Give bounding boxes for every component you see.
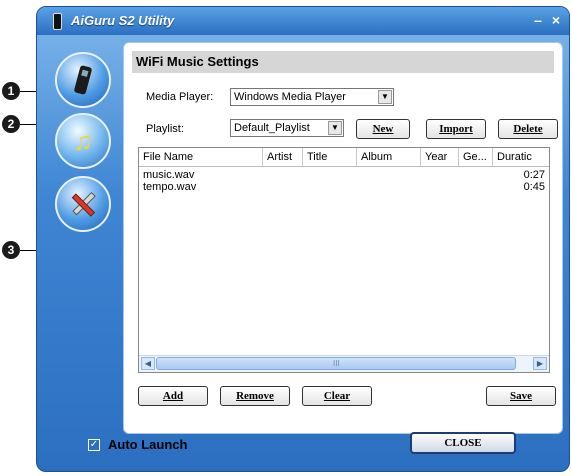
chevron-down-icon[interactable]: ▼ <box>328 121 342 135</box>
scroll-thumb[interactable]: III <box>156 357 516 370</box>
remove-button[interactable]: Remove <box>220 386 290 406</box>
duration: 0:27 <box>523 169 545 181</box>
save-button[interactable]: Save <box>486 386 556 406</box>
track-list[interactable]: File Name Artist Title Album Year Ge... … <box>138 147 550 373</box>
panel-title: WiFi Music Settings <box>132 51 554 73</box>
scroll-grip: III <box>333 359 340 368</box>
column-year[interactable]: Year <box>421 148 459 166</box>
close-button[interactable]: CLOSE <box>410 432 516 454</box>
callout-2: 2 <box>2 115 20 133</box>
window-title: AiGuru S2 Utility <box>71 13 175 28</box>
callout-3: 3 <box>2 241 20 259</box>
minimize-button[interactable]: – <box>531 12 545 28</box>
file-name: music.wav <box>143 169 195 181</box>
list-item[interactable]: music.wav 0:27 <box>143 169 545 181</box>
media-player-value: Windows Media Player <box>234 91 346 103</box>
settings-panel: WiFi Music Settings Media Player: Window… <box>123 42 563 434</box>
tools-icon <box>57 178 109 230</box>
nav-music-button[interactable]: ♫ <box>55 113 111 169</box>
auto-launch-label: Auto Launch <box>108 437 188 452</box>
playlist-value: Default_Playlist <box>234 122 310 134</box>
media-player-label: Media Player: <box>146 91 214 103</box>
music-icon: ♫ <box>73 126 93 156</box>
list-item[interactable]: tempo.wav 0:45 <box>143 181 545 193</box>
column-file-name[interactable]: File Name <box>139 148 263 166</box>
playlist-label: Playlist: <box>146 123 184 135</box>
import-button[interactable]: Import <box>426 119 486 139</box>
column-duration[interactable]: Duratic <box>493 148 549 166</box>
nav-device-button[interactable] <box>55 52 111 108</box>
scroll-right-icon[interactable]: ▶ <box>533 357 547 370</box>
column-artist[interactable]: Artist <box>263 148 303 166</box>
column-title[interactable]: Title <box>303 148 357 166</box>
duration: 0:45 <box>523 181 545 193</box>
playlist-select[interactable]: Default_Playlist ▼ <box>230 119 344 137</box>
track-list-header: File Name Artist Title Album Year Ge... … <box>139 148 549 167</box>
auto-launch-checkbox[interactable]: ✓ <box>88 439 100 451</box>
add-button[interactable]: Add <box>138 386 208 406</box>
column-album[interactable]: Album <box>357 148 421 166</box>
delete-playlist-button[interactable]: Delete <box>498 119 558 139</box>
new-playlist-button[interactable]: New <box>356 119 410 139</box>
close-window-button[interactable]: × <box>549 12 563 28</box>
device-icon <box>57 54 109 106</box>
nav-tools-button[interactable] <box>55 176 111 232</box>
app-window: AiGuru S2 Utility – × ♫ WiFi Music Setti… <box>36 6 570 472</box>
clear-button[interactable]: Clear <box>302 386 372 406</box>
scroll-left-icon[interactable]: ◀ <box>141 357 155 370</box>
horizontal-scrollbar[interactable]: ◀ III ▶ <box>139 355 549 372</box>
media-player-select[interactable]: Windows Media Player ▼ <box>230 88 394 106</box>
column-genre[interactable]: Ge... <box>459 148 493 166</box>
callout-1: 1 <box>2 82 20 100</box>
title-bar[interactable]: AiGuru S2 Utility – × <box>37 7 569 35</box>
chevron-down-icon[interactable]: ▼ <box>378 90 392 104</box>
file-name: tempo.wav <box>143 181 197 193</box>
app-icon <box>53 13 62 30</box>
